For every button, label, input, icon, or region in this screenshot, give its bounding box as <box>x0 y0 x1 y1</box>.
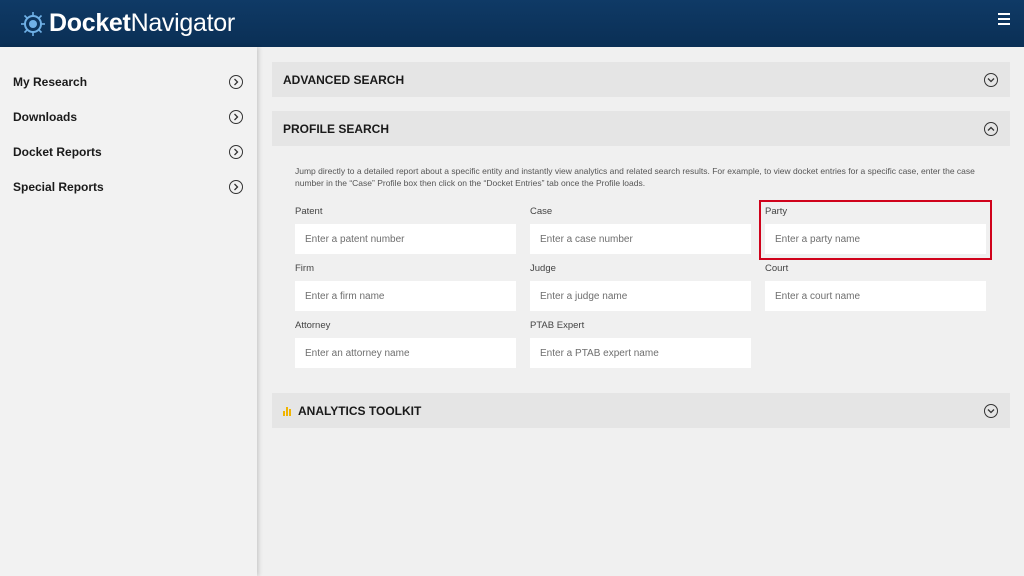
field-label: PTAB Expert <box>530 320 585 331</box>
sidebar-item-docket-reports[interactable]: Docket Reports <box>0 134 257 169</box>
sidebar-item-label: Special Reports <box>13 179 104 194</box>
chevron-right-circle-icon[interactable] <box>229 109 243 124</box>
sidebar-item-downloads[interactable]: Downloads <box>0 99 257 134</box>
advanced-search-header[interactable]: ADVANCED SEARCH <box>272 62 1010 97</box>
field-label: Judge <box>530 263 556 274</box>
sidebar-item-special-reports[interactable]: Special Reports <box>0 169 257 204</box>
brand-name-light: Navigator <box>130 9 236 37</box>
chevron-right-circle-icon[interactable] <box>229 144 243 159</box>
ptab-expert-field: PTAB Expert <box>530 320 751 368</box>
field-label: Firm <box>295 263 314 274</box>
chevron-down-circle-icon[interactable] <box>984 403 998 418</box>
top-navbar: DocketNavigator <box>0 0 1024 47</box>
patent-field: Patent <box>295 206 516 254</box>
section-title: ADVANCED SEARCH <box>283 72 405 87</box>
main-content: ADVANCED SEARCH PROFILE SEARCH Jump dire… <box>272 62 1010 428</box>
party-input[interactable] <box>765 224 986 254</box>
field-label: Patent <box>295 206 323 217</box>
bar-chart-icon <box>283 406 292 416</box>
sidebar-item-my-research[interactable]: My Research <box>0 64 257 99</box>
profile-search-header[interactable]: PROFILE SEARCH <box>272 111 1010 146</box>
attorney-input[interactable] <box>295 338 516 368</box>
chevron-up-circle-icon[interactable] <box>984 121 998 136</box>
patent-input[interactable] <box>295 224 516 254</box>
sidebar: My Research Downloads Docket Reports Spe… <box>0 47 257 576</box>
court-input[interactable] <box>765 281 986 311</box>
case-input[interactable] <box>530 224 751 254</box>
brand-name: DocketNavigator <box>49 9 235 38</box>
ptab-expert-input[interactable] <box>530 338 751 368</box>
firm-field: Firm <box>295 263 516 311</box>
field-label: Case <box>530 206 553 217</box>
profile-search-panel: Jump directly to a detailed report about… <box>272 146 1010 388</box>
judge-field: Judge <box>530 263 751 311</box>
hamburger-icon[interactable] <box>998 13 1010 25</box>
compass-logo-icon <box>21 11 45 36</box>
firm-input[interactable] <box>295 281 516 311</box>
party-field: Party <box>759 200 992 260</box>
sidebar-item-label: My Research <box>13 74 88 89</box>
sidebar-item-label: Downloads <box>13 109 78 124</box>
field-label: Court <box>765 263 789 274</box>
brand-name-bold: Docket <box>49 9 131 37</box>
court-field: Court <box>765 263 986 311</box>
sidebar-item-label: Docket Reports <box>13 144 102 159</box>
chevron-right-circle-icon[interactable] <box>229 179 243 194</box>
judge-input[interactable] <box>530 281 751 311</box>
logo[interactable]: DocketNavigator <box>20 9 235 38</box>
profile-search-description: Jump directly to a detailed report about… <box>295 166 975 188</box>
chevron-down-circle-icon[interactable] <box>984 72 998 87</box>
field-label: Party <box>765 206 788 217</box>
section-title: PROFILE SEARCH <box>283 121 390 136</box>
analytics-toolkit-header[interactable]: ANALYTICS TOOLKIT <box>272 393 1010 428</box>
section-title: ANALYTICS TOOLKIT <box>298 403 422 418</box>
field-label: Attorney <box>295 320 331 331</box>
profile-search-fields: Patent Case Party Firm Judge Court <box>295 200 992 368</box>
chevron-right-circle-icon[interactable] <box>229 74 243 89</box>
case-field: Case <box>530 206 751 254</box>
attorney-field: Attorney <box>295 320 516 368</box>
